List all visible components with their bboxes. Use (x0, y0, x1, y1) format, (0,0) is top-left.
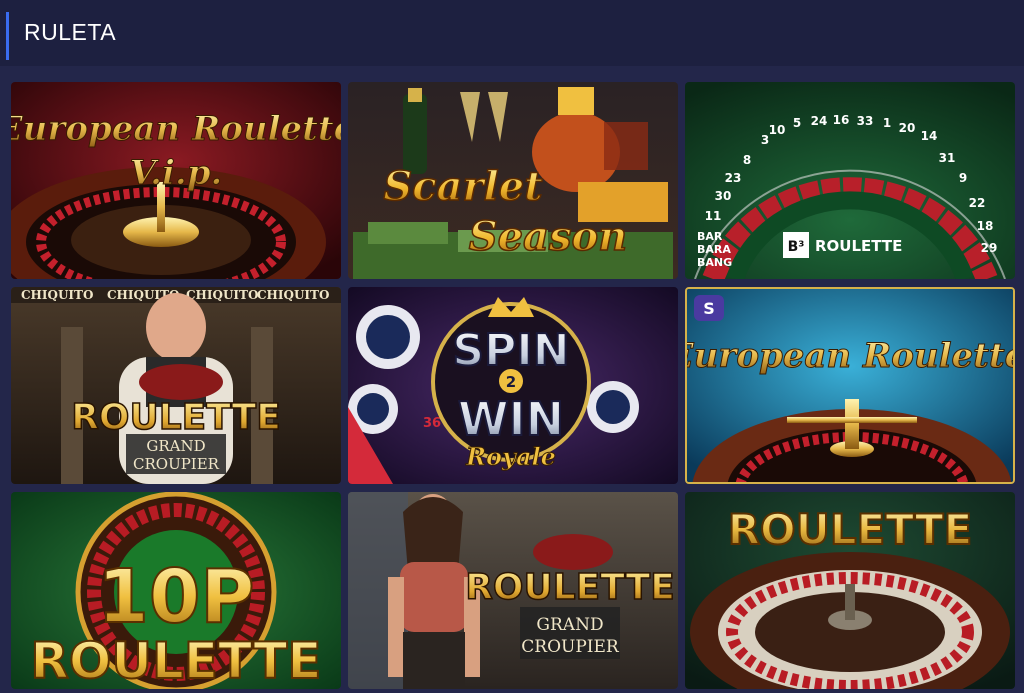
game-thumbnail: European Roulette V.i.p. (11, 82, 341, 279)
game-subtitle: CROUPIER (521, 637, 620, 657)
game-tile-roulette-grand-croupier[interactable]: ROULETTE GRAND CROUPIER (348, 492, 678, 689)
game-thumbnail: 3 10 5 24 16 33 1 20 14 31 9 22 18 29 8 … (685, 82, 1015, 279)
game-title-line1: 10P (97, 554, 254, 640)
wheel-number: 14 (921, 129, 938, 143)
game-subtitle: GRAND (536, 615, 603, 635)
game-title-line2: WIN (458, 392, 564, 446)
wheel-number: 33 (857, 114, 874, 128)
banner-text: CHIQUITO (21, 288, 93, 302)
wheel-number: 16 (833, 113, 850, 127)
game-title-line2: Season (469, 213, 628, 260)
brand-line: BARA (697, 243, 731, 256)
game-title-line1: SPIN (452, 325, 569, 376)
game-title: ROULETTE (465, 567, 675, 608)
game-tile-european-roulette-vip[interactable]: European Roulette V.i.p. (11, 82, 341, 279)
wheel-number: 8 (743, 153, 751, 167)
game-title: ROULETTE (815, 237, 902, 255)
game-title-badge: 2 (506, 373, 516, 391)
brand-line: BANG (697, 256, 732, 269)
banner-text: CHIQUITO (257, 288, 329, 302)
game-tile-10p-roulette[interactable]: 10P ROULETTE (11, 492, 341, 689)
game-thumbnail: ROULETTE GRAND CROUPIER (348, 492, 678, 689)
game-tile-roulette-grand-croupier-chiquito[interactable]: CHIQUITO CHIQUITO CHIQUITO CHIQUITO ROUL… (11, 287, 341, 484)
wheel-number: 23 (725, 171, 742, 185)
wheel-number: 18 (977, 219, 994, 233)
game-title-line1: Scarlet (383, 163, 543, 210)
header-accent-bar (6, 12, 9, 60)
chip-number: 36 (423, 416, 441, 431)
game-title-line1: European Roulette (11, 109, 341, 149)
brand-line: BAR (697, 230, 723, 243)
game-title-line2: V.i.p. (130, 153, 223, 193)
game-thumbnail: 10P ROULETTE (11, 492, 341, 689)
wheel-number: 5 (793, 116, 801, 130)
wheel-number: 10 (769, 123, 786, 137)
wheel-number: 29 (981, 241, 998, 255)
game-subtitle: CROUPIER (133, 455, 220, 473)
banner-text: CHIQUITO (186, 288, 258, 302)
game-thumbnail: CHIQUITO CHIQUITO CHIQUITO CHIQUITO ROUL… (11, 287, 341, 484)
game-title: ROULETTE (728, 505, 973, 554)
wheel-number: 20 (899, 121, 916, 135)
wheel-number: 30 (715, 189, 732, 203)
section-title: RULETA (24, 19, 117, 45)
game-tile-spin-2-win-royale[interactable]: 36 SPIN 2 WIN Royale (348, 287, 678, 484)
game-tile-european-roulette[interactable]: S European Roulette (685, 287, 1015, 484)
game-thumbnail: 36 SPIN 2 WIN Royale (348, 287, 678, 484)
game-tile-scarlet-season[interactable]: Scarlet Season (348, 82, 678, 279)
wheel-number: 11 (705, 209, 722, 223)
game-thumbnail: S European Roulette (687, 289, 1013, 482)
svg-text:B³: B³ (788, 239, 805, 255)
wheel-number: 9 (959, 171, 967, 185)
game-tile-b3-roulette[interactable]: 3 10 5 24 16 33 1 20 14 31 9 22 18 29 8 … (685, 82, 1015, 279)
section-header: RULETA (0, 0, 1024, 66)
game-thumbnail: ROULETTE (685, 492, 1015, 689)
game-tile-roulette[interactable]: ROULETTE (685, 492, 1015, 689)
game-subtitle: GRAND (146, 437, 205, 455)
wheel-number: 31 (939, 151, 956, 165)
wheel-number: 1 (883, 116, 891, 130)
game-thumbnail: Scarlet Season (348, 82, 678, 279)
game-title: European Roulette (687, 336, 1013, 376)
game-title-line3: Royale (465, 442, 556, 471)
svg-text:S: S (703, 299, 715, 318)
game-title: ROULETTE (71, 397, 281, 438)
wheel-number: 22 (969, 196, 986, 210)
game-title-line2: ROULETTE (30, 632, 321, 689)
wheel-number: 24 (811, 114, 828, 128)
